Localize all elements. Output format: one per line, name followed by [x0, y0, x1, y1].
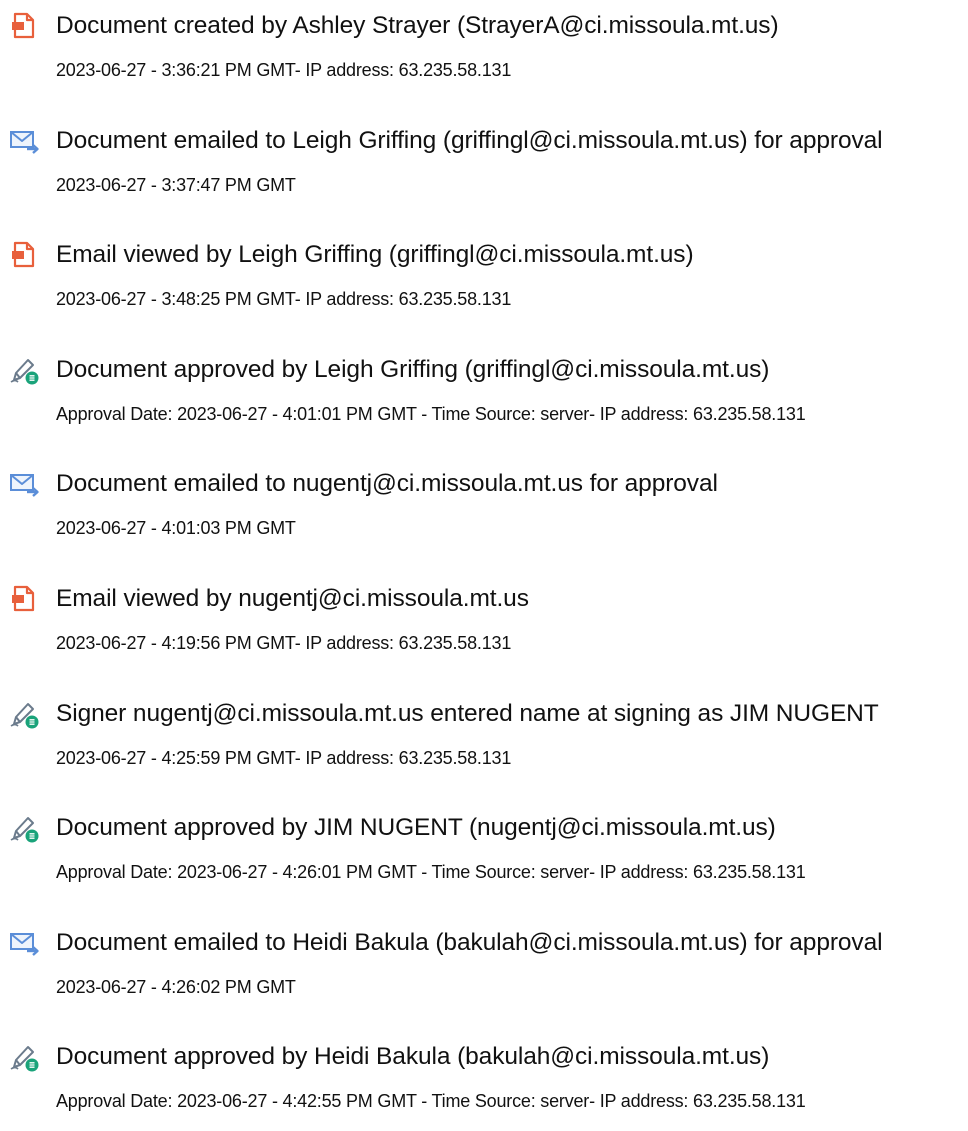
approval-pen-icon: [8, 812, 40, 844]
event-detail: 2023-06-27 - 4:25:59 PM GMT- IP address:…: [56, 748, 512, 768]
audit-event: Document emailed to Heidi Bakula (bakula…: [0, 917, 968, 1017]
audit-event: Signer nugentj@ci.missoula.mt.us entered…: [0, 688, 968, 788]
event-detail: 2023-06-27 - 4:26:02 PM GMT: [56, 977, 296, 997]
event-detail: Approval Date: 2023-06-27 - 4:26:01 PM G…: [56, 862, 806, 882]
event-title: Document created by Ashley Strayer (Stra…: [56, 12, 779, 39]
approval-pen-icon: [8, 1041, 40, 1073]
audit-event: Email viewed by Leigh Griffing (griffing…: [0, 229, 968, 329]
audit-event: Document emailed to nugentj@ci.missoula.…: [0, 458, 968, 558]
audit-event: Document emailed to Leigh Griffing (grif…: [0, 115, 968, 215]
event-title: Signer nugentj@ci.missoula.mt.us entered…: [56, 700, 879, 727]
event-detail: Approval Date: 2023-06-27 - 4:01:01 PM G…: [56, 404, 806, 424]
event-detail: 2023-06-27 - 3:37:47 PM GMT: [56, 175, 296, 195]
approval-pen-icon: [8, 698, 40, 730]
event-title: Document approved by Heidi Bakula (bakul…: [56, 1043, 770, 1070]
document-icon: [8, 583, 40, 615]
audit-event: Document approved by Leigh Griffing (gri…: [0, 344, 968, 444]
audit-event: Email viewed by nugentj@ci.missoula.mt.u…: [0, 573, 968, 673]
event-title: Document emailed to Leigh Griffing (grif…: [56, 127, 883, 154]
audit-event: Document approved by Heidi Bakula (bakul…: [0, 1031, 968, 1131]
event-title: Document emailed to nugentj@ci.missoula.…: [56, 470, 718, 497]
event-title: Document emailed to Heidi Bakula (bakula…: [56, 929, 883, 956]
email-sent-icon: [8, 125, 40, 157]
event-title: Email viewed by nugentj@ci.missoula.mt.u…: [56, 585, 529, 612]
document-icon: [8, 239, 40, 271]
audit-event: Document approved by JIM NUGENT (nugentj…: [0, 802, 968, 902]
event-detail: 2023-06-27 - 3:48:25 PM GMT- IP address:…: [56, 289, 512, 309]
event-title: Document approved by Leigh Griffing (gri…: [56, 356, 770, 383]
email-sent-icon: [8, 468, 40, 500]
event-detail: Approval Date: 2023-06-27 - 4:42:55 PM G…: [56, 1091, 806, 1111]
approval-pen-icon: [8, 354, 40, 386]
event-title: Document approved by JIM NUGENT (nugentj…: [56, 814, 776, 841]
email-sent-icon: [8, 927, 40, 959]
event-detail: 2023-06-27 - 4:19:56 PM GMT- IP address:…: [56, 633, 512, 653]
audit-trail-event-list: Document created by Ashley Strayer (Stra…: [0, 0, 968, 1111]
event-title: Email viewed by Leigh Griffing (griffing…: [56, 241, 694, 268]
event-detail: 2023-06-27 - 3:36:21 PM GMT- IP address:…: [56, 60, 512, 80]
event-detail: 2023-06-27 - 4:01:03 PM GMT: [56, 518, 296, 538]
audit-event: Document created by Ashley Strayer (Stra…: [0, 0, 968, 100]
document-icon: [8, 10, 40, 42]
